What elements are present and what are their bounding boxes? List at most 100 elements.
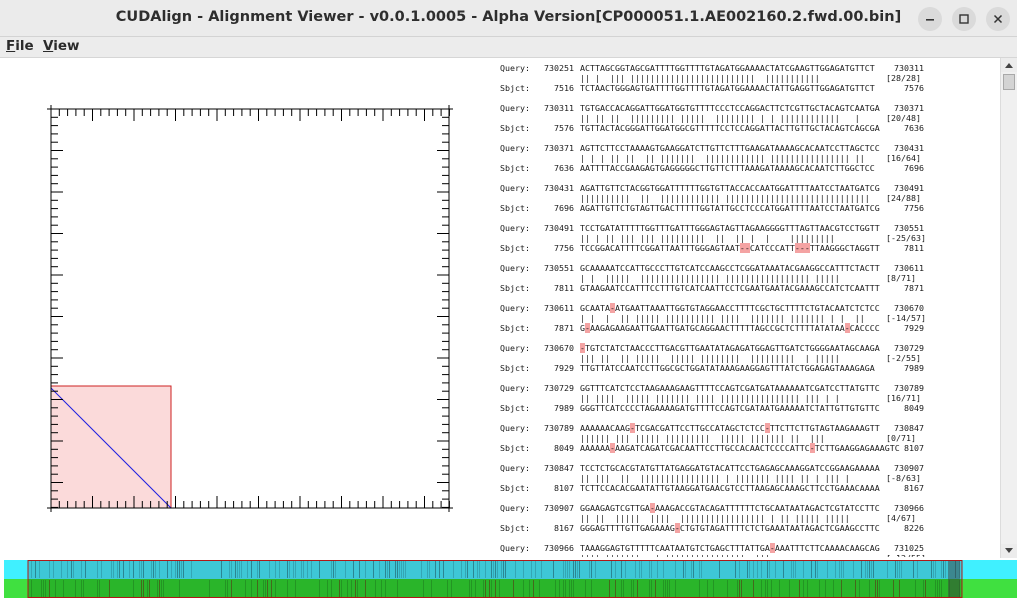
- window-title: CUDAlign - Alignment Viewer - v0.0.1.000…: [115, 9, 902, 25]
- menu-file[interactable]: File: [6, 38, 34, 54]
- strip-top-mark: [39, 561, 40, 578]
- strip-bottom-mark: [523, 580, 524, 597]
- strip-top-mark: [931, 561, 932, 578]
- strip-bottom-mark: [571, 580, 572, 597]
- strip-bottom-mark: [339, 580, 340, 597]
- strip-top-mark: [835, 561, 836, 578]
- strip-bottom-mark: [141, 580, 142, 597]
- gap-marker: -: [609, 443, 615, 453]
- query-sequence: GCAAAAATCCATTGCCCTTGTCATCCAAGCCTCGGATAAA…: [580, 263, 880, 273]
- strip-top-mark: [567, 561, 568, 578]
- strip-top-mark: [803, 561, 804, 578]
- strip-bottom-mark: [99, 580, 100, 597]
- subject-start: 7636: [554, 163, 574, 173]
- match-bars: || || ||||| |||| ||||||||||||||||| | || …: [580, 513, 850, 523]
- query-sequence: TCCTGATATTTTTGGTTTGATTTGGGAGTAGTTAGAAGGG…: [580, 223, 880, 233]
- strip-top-mark: [699, 561, 700, 578]
- subject-end: 8226: [904, 523, 924, 533]
- strip-bottom-mark: [915, 580, 916, 597]
- strip-bottom-mark: [75, 580, 76, 597]
- strip-top-mark: [153, 561, 154, 578]
- strip-top-mark: [143, 561, 144, 578]
- alignment-block: Query: 730371 AGTTCTTCCTAAAAGTGAAGGATCTTGT…: [500, 143, 998, 183]
- match-bars: || ||| || |||||||||||||||| | ||||||| |||…: [580, 473, 850, 483]
- strip-top-mark: [239, 561, 240, 578]
- subject-sequence: AGATTGTTCTGTAGTTGACTTTTTGGTATTGCCTCCCATG…: [580, 203, 880, 213]
- strip-bottom-mark: [475, 580, 476, 597]
- scroll-down-button[interactable]: [1001, 544, 1017, 558]
- subject-end: 7576: [904, 83, 924, 93]
- subject-sequence: GGGAGTTTTGTTGAGAAAG-CTGTGTAGATTTTCTCTGAA…: [580, 523, 880, 533]
- alignment-block: Query: 730311 TGTGACCACAGGATTGGATGGTGTTTTC…: [500, 103, 998, 143]
- strip-top-mark: [899, 561, 900, 578]
- menu-view[interactable]: View: [43, 38, 79, 54]
- strip-top-mark: [155, 561, 156, 578]
- strip-top-mark: [379, 561, 380, 578]
- strip-top-mark: [183, 561, 184, 578]
- minimize-button[interactable]: [918, 7, 942, 31]
- strip-top-mark: [171, 561, 172, 578]
- subject-start: 7811: [554, 283, 574, 293]
- strip-top-mark: [395, 561, 396, 578]
- strip-top-mark: [101, 561, 102, 578]
- scroll-up-button[interactable]: [1001, 58, 1017, 72]
- vertical-scrollbar[interactable]: [1000, 58, 1017, 558]
- strip-top-mark: [117, 561, 118, 578]
- strip-top-mark: [625, 561, 626, 578]
- close-button[interactable]: [986, 7, 1010, 31]
- alignment-overview-strip[interactable]: [4, 560, 1017, 598]
- strip-bottom-mark: [423, 580, 424, 597]
- query-start: 730789: [544, 423, 574, 433]
- strip-top-mark: [701, 561, 702, 578]
- match-bars: | | | || || || ||||||| |||||||||||| ||||…: [580, 153, 865, 163]
- strip-top-mark: [181, 561, 182, 578]
- strip-bottom-mark: [899, 580, 900, 597]
- maximize-icon: [959, 14, 969, 24]
- alignment-text-panel[interactable]: Query: 730251 ACTTAGCGGTAGCGATTTTGGTTTTGTA…: [500, 60, 998, 557]
- strip-bottom-mark: [841, 580, 842, 597]
- strip-bottom-mark: [937, 580, 938, 597]
- block-score: [-12/55]: [886, 553, 926, 557]
- strip-bottom-mark: [513, 580, 514, 597]
- strip-bottom-mark: [357, 580, 358, 597]
- strip-bottom-mark: [573, 580, 574, 597]
- strip-top-mark: [461, 561, 462, 578]
- strip-top-mark: [151, 561, 152, 578]
- strip-top-mark: [573, 561, 574, 578]
- strip-top-mark: [793, 561, 794, 578]
- arrow-down-icon: [1005, 548, 1013, 553]
- strip-top-mark: [465, 561, 466, 578]
- strip-bottom-mark: [231, 580, 232, 597]
- query-sequence: ACTTAGCGGTAGCGATTTTGGTTTTGTAGATGGAAAACTA…: [580, 63, 875, 73]
- strip-bottom-mark: [161, 580, 162, 597]
- block-score: [24/88]: [886, 193, 921, 203]
- strip-top-mark: [389, 561, 390, 578]
- query-start: 730670: [544, 343, 574, 353]
- strip-top-mark: [247, 561, 248, 578]
- strip-top-mark: [275, 561, 276, 578]
- strip-bottom-mark: [225, 580, 226, 597]
- strip-top-mark: [491, 561, 492, 578]
- strip-bottom-mark: [633, 580, 634, 597]
- strip-bottom-mark: [133, 580, 134, 597]
- strip-bottom-mark: [83, 580, 84, 597]
- strip-top-mark: [479, 561, 480, 578]
- strip-bottom-mark: [833, 580, 834, 597]
- query-end: 730847: [894, 423, 924, 433]
- strip-bottom-mark: [347, 580, 348, 597]
- strip-bottom-mark: [807, 580, 808, 597]
- alignment-dot-plot[interactable]: [44, 102, 456, 514]
- match-bars: | | | || ||||| |||||||||| |||| ||||||| |…: [580, 313, 865, 323]
- maximize-button[interactable]: [952, 7, 976, 31]
- strip-top-mark: [657, 561, 658, 578]
- strip-top-mark: [621, 561, 622, 578]
- gap-marker: -: [674, 523, 680, 533]
- strip-bottom-mark: [737, 580, 738, 597]
- query-sequence: -TGTCTATCTAACCCTTGACGTTGAATATAGAGATGGAGT…: [580, 343, 880, 353]
- query-start: 730491: [544, 223, 574, 233]
- strip-top-mark: [815, 561, 816, 578]
- scroll-thumb[interactable]: [1003, 74, 1015, 90]
- strip-top-mark: [421, 561, 422, 578]
- strip-top-mark: [405, 561, 406, 578]
- strip-top-mark: [289, 561, 290, 578]
